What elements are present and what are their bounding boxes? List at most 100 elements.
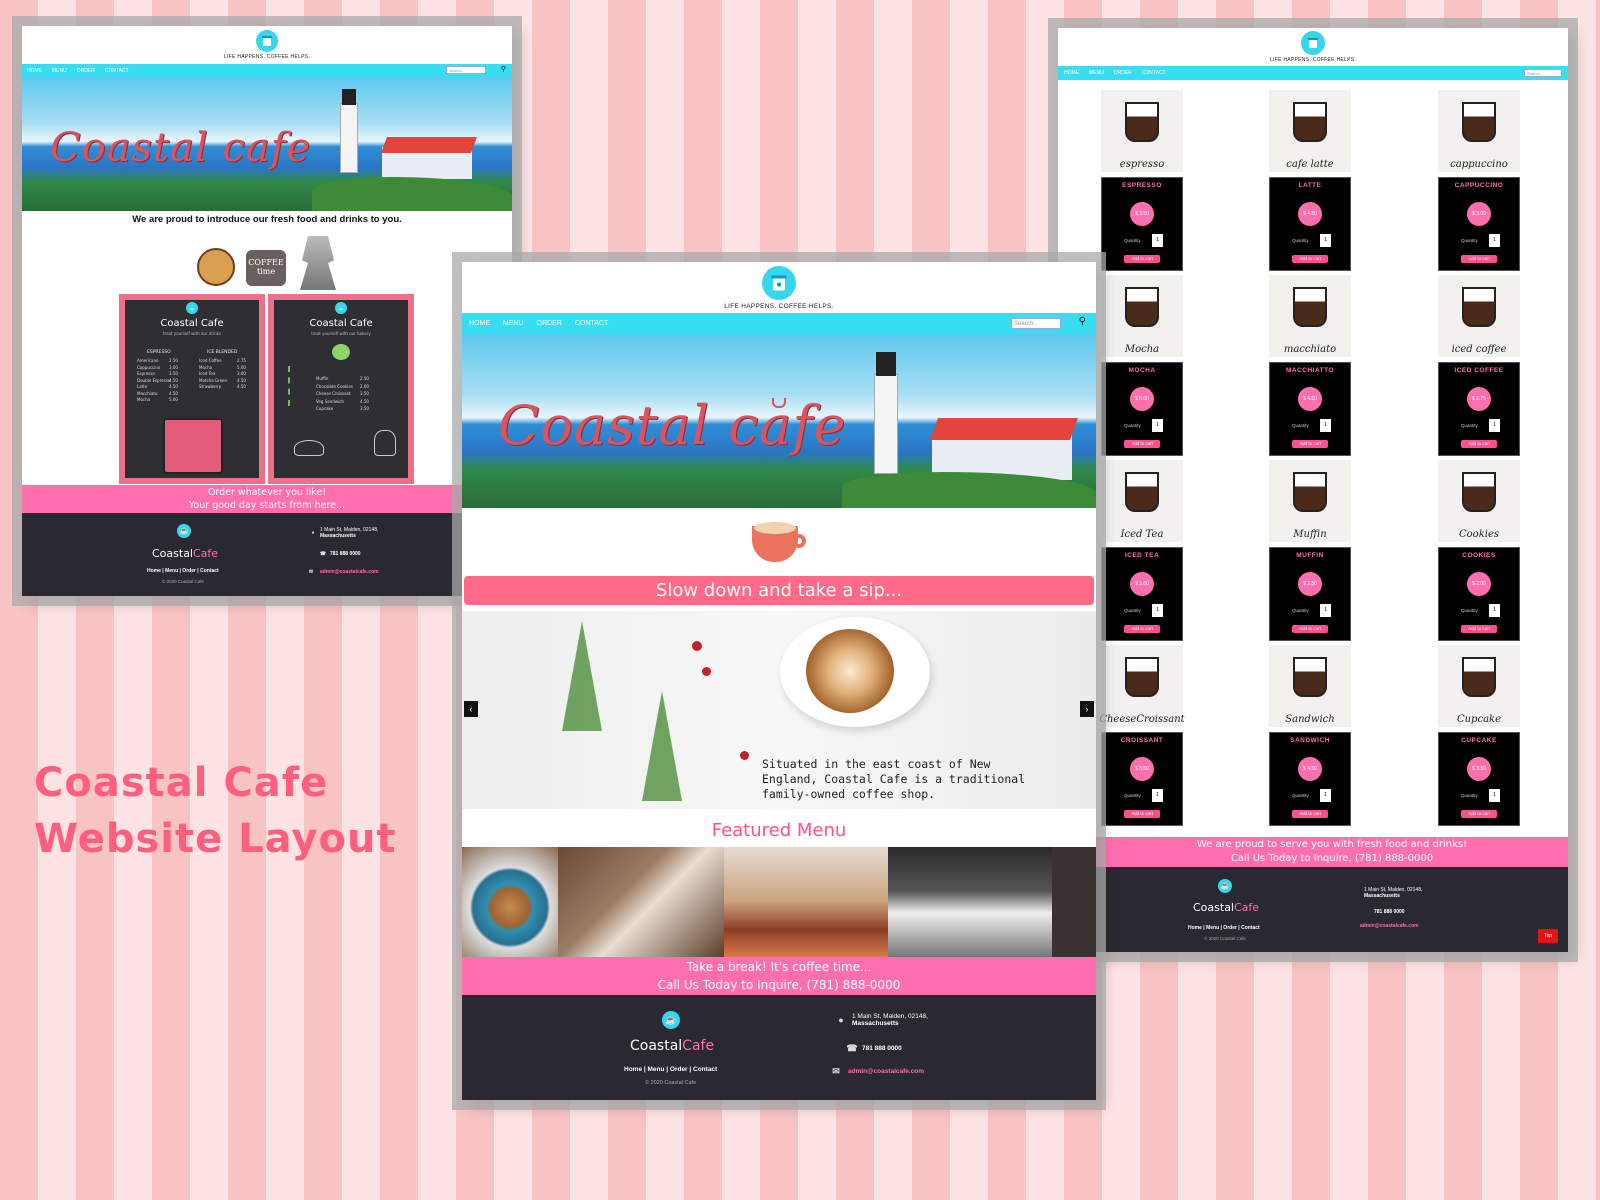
- product-price-badge: $ 4.50: [1298, 202, 1322, 226]
- product-image-caption: Cookies: [1459, 529, 1499, 540]
- quantity-input[interactable]: 1: [1489, 419, 1500, 432]
- add-to-cart-button[interactable]: Add to cart: [1292, 440, 1328, 448]
- product-image[interactable]: macchiato: [1269, 275, 1351, 357]
- quantity-input[interactable]: 1: [1489, 604, 1500, 617]
- carousel-next-button[interactable]: ›: [1080, 701, 1094, 717]
- footer-email-link[interactable]: admin@coastalcafe.com: [1360, 923, 1419, 929]
- house-roof: [381, 137, 477, 153]
- add-to-cart-button[interactable]: Add to cart: [1124, 810, 1160, 818]
- lighthouse-lantern: [876, 352, 896, 376]
- nav-menu[interactable]: MENU: [503, 320, 524, 327]
- featured-latte-photo[interactable]: [462, 847, 558, 957]
- steam-cup-icon: [772, 398, 786, 408]
- product-image[interactable]: cappuccino: [1438, 90, 1520, 172]
- product-image[interactable]: CheeseCroissant: [1099, 645, 1185, 727]
- berry: [740, 751, 749, 760]
- add-to-cart-button[interactable]: Add to cart: [1292, 625, 1328, 633]
- product-image[interactable]: Cookies: [1438, 460, 1520, 542]
- quantity-input[interactable]: 1: [1152, 604, 1163, 617]
- add-to-cart-button[interactable]: Add to cart: [1461, 625, 1497, 633]
- back-to-top-button[interactable]: Top: [1538, 929, 1558, 943]
- add-to-cart-button[interactable]: Add to cart: [1461, 255, 1497, 263]
- carousel-prev-button[interactable]: ‹: [464, 701, 478, 717]
- product-image[interactable]: Iced Tea: [1101, 460, 1183, 542]
- nav-menu[interactable]: MENU: [1089, 70, 1104, 76]
- cup-logo-icon[interactable]: [256, 30, 278, 52]
- add-to-cart-button[interactable]: Add to cart: [1124, 625, 1160, 633]
- add-to-cart-button[interactable]: Add to cart: [1292, 810, 1328, 818]
- nav-order[interactable]: ORDER: [537, 320, 562, 327]
- product-image[interactable]: iced coffee: [1438, 275, 1520, 357]
- product-name: MOCHA: [1128, 367, 1156, 374]
- nav-home[interactable]: HOME: [1064, 70, 1079, 76]
- main-nav: HOME MENU ORDER CONTACT Search.. ⚲: [22, 64, 512, 77]
- featured-extra-photo[interactable]: [1052, 847, 1096, 957]
- quantity-input[interactable]: 1: [1320, 604, 1331, 617]
- home-banner-line2: Call Us Today to Inquire, (781) 888-0000: [657, 978, 901, 992]
- bakery-menu-cell: Chocolate Cookies: [316, 383, 353, 389]
- nav-home[interactable]: HOME: [27, 68, 42, 74]
- footer-email-link[interactable]: admin@coastalcafe.com: [320, 569, 379, 575]
- search-icon[interactable]: ⚲: [1079, 316, 1086, 327]
- product-image[interactable]: cafe latte: [1269, 90, 1351, 172]
- nav-contact[interactable]: CONTACT: [1142, 70, 1166, 76]
- footer-address: ● 1 Main St, Malden, 02148, Massachusetts: [306, 527, 378, 539]
- product-card: CUPCAKE $ 3.50 Quantity 1 Add to cart: [1438, 732, 1520, 826]
- quantity-input[interactable]: 1: [1152, 789, 1163, 802]
- search-input[interactable]: Search..: [1524, 69, 1562, 77]
- search-input[interactable]: Search..: [446, 66, 486, 74]
- product-image[interactable]: Sandwich: [1269, 645, 1351, 727]
- quantity-input[interactable]: 1: [1489, 234, 1500, 247]
- nav-contact[interactable]: CONTACT: [575, 320, 608, 327]
- drinks-menu-cell: Strawberry: [199, 384, 222, 389]
- quantity-label: Quantity: [1292, 608, 1309, 613]
- product-image[interactable]: Cupcake: [1438, 645, 1520, 727]
- footer-brand-b: Cafe: [193, 547, 219, 560]
- featured-mocha-photo[interactable]: [558, 847, 724, 957]
- featured-espresso-photo[interactable]: [888, 847, 1052, 957]
- featured-cupcakes-photo[interactable]: [724, 847, 888, 957]
- drinks-menu-cell: Espresso: [137, 371, 155, 376]
- quantity-input[interactable]: 1: [1489, 789, 1500, 802]
- search-icon[interactable]: ⚲: [501, 65, 506, 73]
- product-card: ICED TEA $ 3.00 Quantity 1 Add to cart: [1101, 547, 1183, 641]
- add-to-cart-button[interactable]: Add to cart: [1461, 440, 1497, 448]
- product-price-badge: $ 3.50: [1130, 202, 1154, 226]
- drinks-menu-cell: 4.50: [169, 390, 178, 396]
- quantity-input[interactable]: 1: [1320, 419, 1331, 432]
- hero-brand: Coastal cafe: [498, 394, 847, 457]
- add-to-cart-button[interactable]: Add to cart: [1124, 255, 1160, 263]
- nav-order[interactable]: ORDER: [77, 68, 95, 74]
- footer-email-link[interactable]: admin@coastalcafe.com: [848, 1068, 924, 1075]
- add-to-cart-button[interactable]: Add to cart: [1124, 440, 1160, 448]
- quantity-input[interactable]: 1: [1152, 234, 1163, 247]
- add-to-cart-button[interactable]: Add to cart: [1461, 810, 1497, 818]
- nav-contact[interactable]: CONTACT: [105, 68, 129, 74]
- product-image[interactable]: Muffin: [1269, 460, 1351, 542]
- product-name: CROISSANT: [1120, 737, 1164, 744]
- product-illustration-icon: [1125, 472, 1159, 512]
- add-to-cart-button[interactable]: Add to cart: [1292, 255, 1328, 263]
- product-image[interactable]: Mocha: [1101, 275, 1183, 357]
- footer-links[interactable]: Home | Menu | Order | Contact: [147, 568, 219, 574]
- product-price-badge: $ 2.50: [1298, 572, 1322, 596]
- footer-links[interactable]: Home | Menu | Order | Contact: [1188, 925, 1260, 931]
- cup-logo-icon[interactable]: [1301, 31, 1325, 55]
- product-image[interactable]: espresso: [1101, 90, 1183, 172]
- drinks-board-subtitle: treat yourself with our drinks: [162, 331, 222, 336]
- quantity-input[interactable]: 1: [1320, 234, 1331, 247]
- quantity-input[interactable]: 1: [1320, 789, 1331, 802]
- showcase-title-line2: Website Layout: [34, 816, 397, 862]
- quantity-label: Quantity: [1461, 423, 1478, 428]
- nav-menu[interactable]: MENU: [52, 68, 67, 74]
- nav-order[interactable]: ORDER: [1114, 70, 1132, 76]
- footer-links[interactable]: Home | Menu | Order | Contact: [624, 1066, 717, 1073]
- featured-title: Featured Menu: [711, 820, 847, 841]
- footer-brand-a: Coastal: [630, 1038, 683, 1054]
- matcha-leaf-icon: [332, 344, 350, 360]
- nav-home[interactable]: HOME: [469, 320, 490, 327]
- latte-cup-icon: [752, 520, 806, 566]
- search-input[interactable]: Search..: [1011, 318, 1061, 329]
- quantity-input[interactable]: 1: [1152, 419, 1163, 432]
- cup-logo-icon[interactable]: [762, 265, 796, 300]
